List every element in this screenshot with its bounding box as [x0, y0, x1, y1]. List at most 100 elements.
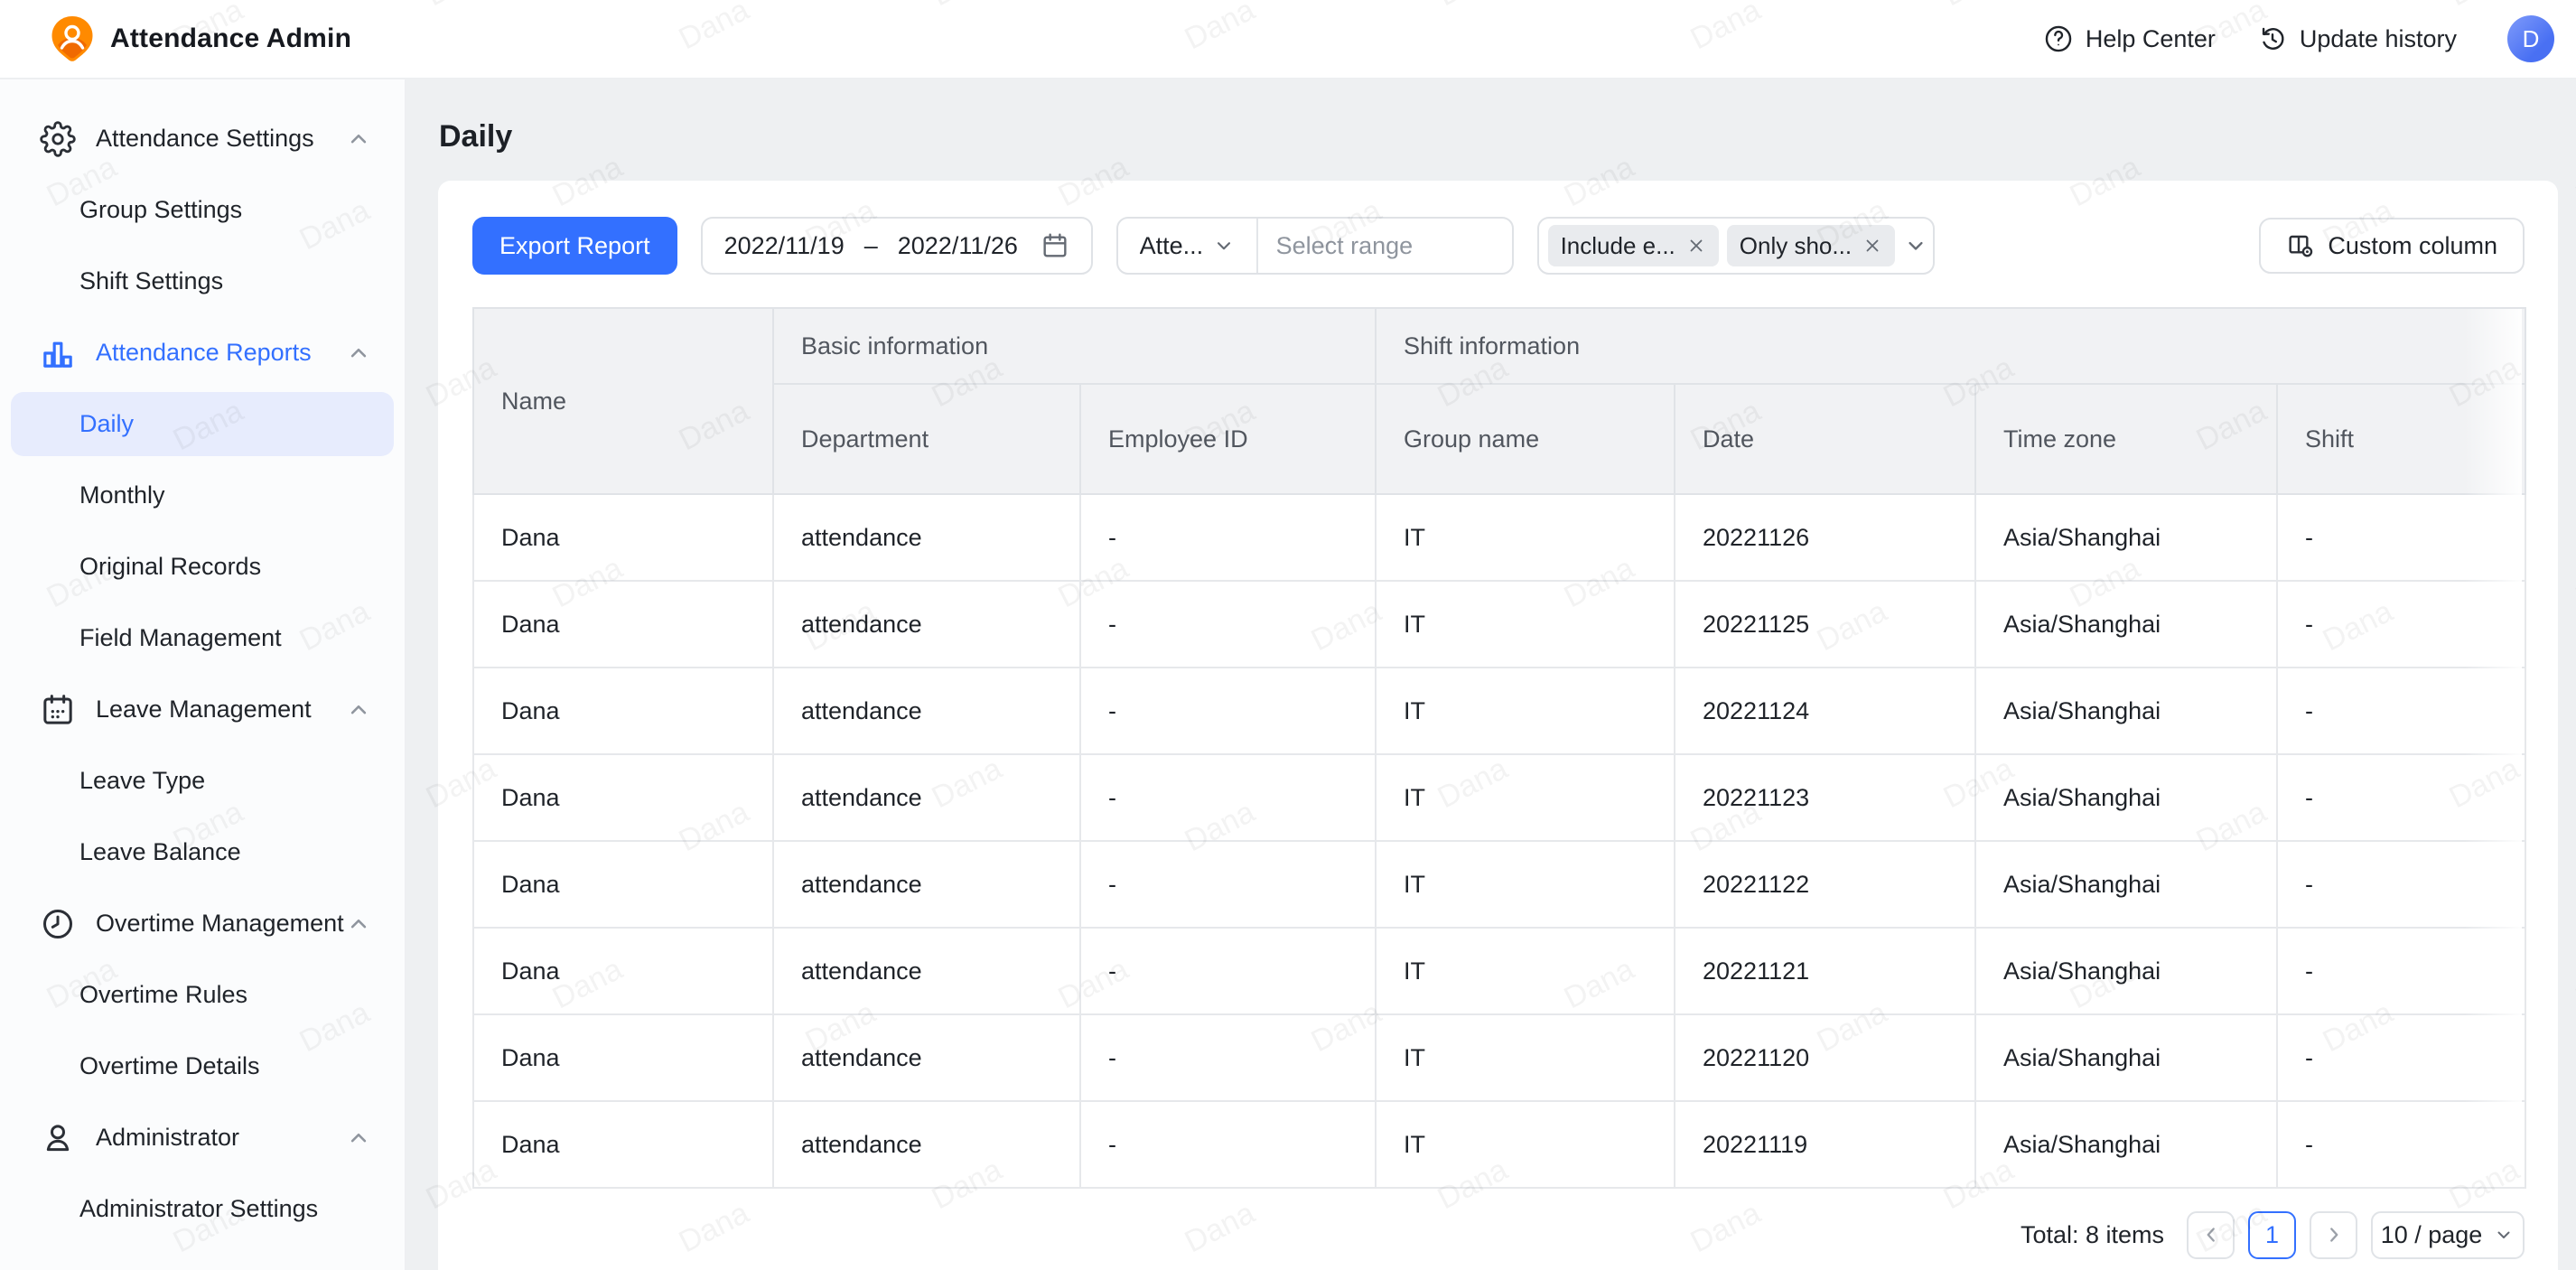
- sidebar-item-administrator[interactable]: Administrator: [0, 1102, 405, 1173]
- sidebar-item-leave-balance[interactable]: Leave Balance: [0, 817, 405, 888]
- previous-page-button[interactable]: [2187, 1211, 2235, 1259]
- help-center-button[interactable]: Help Center: [2043, 23, 2216, 54]
- sidebar-item-attendance-reports[interactable]: Attendance Reports: [0, 317, 405, 388]
- range-select-input[interactable]: Select range: [1258, 219, 1512, 273]
- table-row: Danaattendance-IT20221121Asia/Shanghai-: [473, 928, 2525, 1014]
- table-cell: -: [1080, 841, 1376, 928]
- history-icon: [2257, 23, 2288, 54]
- remove-tag-icon[interactable]: [1862, 236, 1882, 256]
- sidebar-item-label: Overtime Rules: [79, 981, 247, 1009]
- sidebar-item-label: Leave Management: [96, 696, 312, 724]
- table-cell: Dana: [473, 841, 773, 928]
- table-cell: 20221123: [1675, 754, 1975, 841]
- chevron-up-icon: [345, 696, 372, 724]
- update-history-label: Update history: [2300, 25, 2457, 53]
- user-avatar[interactable]: D: [2507, 15, 2554, 62]
- help-icon: [2043, 23, 2074, 54]
- column-header-group-name: Group name: [1376, 384, 1675, 494]
- sidebar-item-attendance-settings[interactable]: Attendance Settings: [0, 103, 405, 174]
- sidebar-item-shift-settings[interactable]: Shift Settings: [0, 246, 405, 317]
- sidebar-item-overtime-details[interactable]: Overtime Details: [0, 1031, 405, 1102]
- sidebar-item-field-management[interactable]: Field Management: [0, 602, 405, 674]
- table-cell: -: [2277, 494, 2525, 581]
- table-cell: 20221125: [1675, 581, 1975, 668]
- field-filter-group: Atte... Select range: [1116, 217, 1514, 275]
- table-cell: attendance: [773, 754, 1080, 841]
- display-options-multiselect[interactable]: Include e... Only sho...: [1537, 217, 1935, 275]
- chevron-left-icon: [2199, 1223, 2223, 1247]
- date-end-value: 2022/11/26: [898, 232, 1018, 260]
- table-cell: 20221121: [1675, 928, 1975, 1014]
- table-cell: -: [1080, 1101, 1376, 1188]
- page-number-button[interactable]: 1: [2248, 1211, 2296, 1259]
- watermark-text: Dana: [2571, 150, 2576, 215]
- sidebar-item-leave-type[interactable]: Leave Type: [0, 745, 405, 817]
- sidebar-item-overtime-rules[interactable]: Overtime Rules: [0, 959, 405, 1031]
- toolbar: Export Report 2022/11/19 – 2022/11/26 At…: [472, 217, 2525, 275]
- table-cell: 20221124: [1675, 668, 1975, 754]
- table-cell: Dana: [473, 581, 773, 668]
- gear-icon: [40, 121, 76, 157]
- sidebar-item-original-records[interactable]: Original Records: [0, 531, 405, 602]
- chevron-down-icon: [2493, 1224, 2515, 1246]
- column-header-employee-id: Employee ID: [1080, 384, 1376, 494]
- next-page-button[interactable]: [2310, 1211, 2357, 1259]
- date-range-picker[interactable]: 2022/11/19 – 2022/11/26: [701, 217, 1093, 275]
- field-selector-dropdown[interactable]: Atte...: [1118, 219, 1256, 273]
- custom-column-button[interactable]: Custom column: [2259, 218, 2525, 274]
- table-row: Danaattendance-IT20221125Asia/Shanghai-: [473, 581, 2525, 668]
- sidebar-item-label: Overtime Details: [79, 1052, 260, 1080]
- sidebar-item-daily[interactable]: Daily: [11, 392, 394, 456]
- watermark-text: Dana: [2571, 952, 2576, 1017]
- table-body: Danaattendance-IT20221126Asia/Shanghai-D…: [473, 494, 2525, 1188]
- remove-tag-icon[interactable]: [1686, 236, 1706, 256]
- sidebar-item-label: Overtime Management: [96, 910, 344, 938]
- calendar-icon: [40, 692, 76, 728]
- export-report-button[interactable]: Export Report: [472, 217, 677, 275]
- sidebar-item-label: Administrator Settings: [79, 1195, 318, 1223]
- field-selector-value: Atte...: [1140, 232, 1204, 260]
- attendance-table: Name Basic information Shift information…: [472, 307, 2526, 1189]
- table-cell: IT: [1376, 494, 1675, 581]
- sidebar-item-group-settings[interactable]: Group Settings: [0, 174, 405, 246]
- app-title: Attendance Admin: [110, 23, 351, 54]
- table-cell: attendance: [773, 928, 1080, 1014]
- table-footer: Total: 8 items 1 10 / page: [472, 1209, 2525, 1260]
- page-size-select[interactable]: 10 / page: [2371, 1211, 2525, 1259]
- current-page-label: 1: [2265, 1221, 2279, 1249]
- column-header-date: Date: [1675, 384, 1975, 494]
- update-history-button[interactable]: Update history: [2257, 23, 2457, 54]
- table-cell: Asia/Shanghai: [1975, 668, 2277, 754]
- sidebar-item-overtime-management[interactable]: Overtime Management: [0, 888, 405, 959]
- table-cell: -: [1080, 754, 1376, 841]
- sidebar-item-administrator-settings[interactable]: Administrator Settings: [0, 1173, 405, 1245]
- column-header-time-zone: Time zone: [1975, 384, 2277, 494]
- table-cell: IT: [1376, 754, 1675, 841]
- sidebar: Attendance SettingsGroup SettingsShift S…: [0, 79, 406, 1270]
- table-cell: 20221122: [1675, 841, 1975, 928]
- sidebar-item-label: Leave Type: [79, 767, 205, 795]
- table-cell: attendance: [773, 1101, 1080, 1188]
- page-title: Daily: [439, 119, 512, 154]
- table-cell: -: [2277, 841, 2525, 928]
- table-row: Danaattendance-IT20221119Asia/Shanghai-: [473, 1101, 2525, 1188]
- table-cell: 20221126: [1675, 494, 1975, 581]
- sidebar-item-label: Attendance Reports: [96, 339, 312, 367]
- chevron-up-icon: [345, 126, 372, 153]
- table-cell: IT: [1376, 581, 1675, 668]
- table-cell: -: [1080, 1014, 1376, 1101]
- table-cell: -: [1080, 668, 1376, 754]
- sidebar-item-label: Monthly: [79, 481, 165, 509]
- filter-tag-label: Only sho...: [1740, 232, 1852, 260]
- sidebar-item-leave-management[interactable]: Leave Management: [0, 674, 405, 745]
- table-cell: 20221119: [1675, 1101, 1975, 1188]
- chevron-up-icon: [345, 340, 372, 367]
- help-center-label: Help Center: [2086, 25, 2216, 53]
- table-cell: attendance: [773, 581, 1080, 668]
- sidebar-item-label: Original Records: [79, 553, 261, 581]
- sidebar-item-monthly[interactable]: Monthly: [0, 460, 405, 531]
- chevron-up-icon: [345, 1125, 372, 1152]
- table-cell: -: [2277, 1014, 2525, 1101]
- app-brand: Attendance Admin: [0, 15, 351, 62]
- sidebar-item-label: Leave Balance: [79, 838, 241, 866]
